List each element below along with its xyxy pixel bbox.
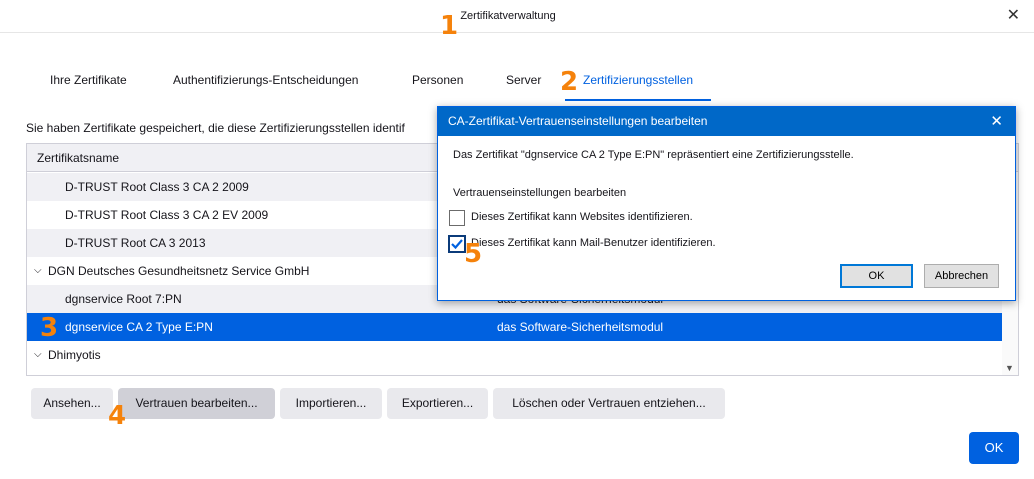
trust-settings-dialog: CA-Zertifikat-Vertrauenseinstellungen be… (437, 106, 1016, 301)
ok-button[interactable]: OK (969, 432, 1019, 464)
row-name: Dhimyotis (48, 348, 101, 362)
mail-checkbox-label[interactable]: Dieses Zertifikat kann Mail-Benutzer ide… (471, 237, 716, 249)
window-title: Zertifikatverwaltung (460, 10, 556, 22)
intro-text: Sie haben Zertifikate gespeichert, die d… (26, 121, 405, 135)
tab-authorities[interactable]: Zertifizierungsstellen (565, 66, 712, 101)
dialog-title: CA-Zertifikat-Vertrauenseinstellungen be… (438, 107, 1015, 136)
row-device: das Software-Sicherheitsmodul (497, 320, 664, 334)
dialog-ok-button[interactable]: OK (840, 264, 913, 288)
tree-row-group[interactable]: ⌵ Dhimyotis (27, 341, 1002, 369)
scroll-down-icon[interactable]: ▼ (1005, 363, 1014, 373)
tab-authentication-decisions[interactable]: Authentifizierungs-Entscheidungen (155, 66, 376, 99)
websites-checkbox-label[interactable]: Dieses Zertifikat kann Websites identifi… (471, 211, 693, 223)
delete-or-distrust-button[interactable]: Löschen oder Vertrauen entziehen... (493, 388, 725, 419)
row-name: DGN Deutsches Gesundheitsnetz Service Gm… (48, 264, 310, 278)
row-name: dgnservice Root 7:PN (65, 292, 182, 306)
step-marker: 4 (108, 401, 127, 431)
dialog-cancel-button[interactable]: Abbrechen (924, 264, 999, 288)
step-marker: 5 (464, 239, 483, 269)
step-marker: 3 (40, 313, 59, 343)
chevron-down-icon[interactable]: ⌵ (34, 341, 42, 369)
close-icon[interactable]: ✕ (990, 107, 1003, 136)
trust-section-label: Vertrauenseinstellungen bearbeiten (453, 187, 627, 199)
tree-row-selected[interactable]: dgnservice CA 2 Type E:PN das Software-S… (27, 313, 1002, 341)
view-button[interactable]: Ansehen... (31, 388, 113, 419)
tab-people[interactable]: Personen (394, 66, 481, 99)
row-name: D-TRUST Root CA 3 2013 (65, 236, 206, 250)
dialog-message: Das Zertifikat "dgnservice CA 2 Type E:P… (453, 149, 854, 161)
import-button[interactable]: Importieren... (280, 388, 382, 419)
row-name: dgnservice CA 2 Type E:PN (65, 320, 213, 334)
tab-servers[interactable]: Server (488, 66, 559, 99)
step-marker: 2 (560, 67, 579, 97)
edit-trust-button[interactable]: Vertrauen bearbeiten... (118, 388, 275, 419)
close-icon[interactable]: ✕ (1007, 6, 1020, 26)
title-bar: Zertifikatverwaltung ✕ (0, 0, 1034, 33)
row-name: D-TRUST Root Class 3 CA 2 EV 2009 (65, 208, 269, 222)
step-marker: 1 (440, 11, 459, 41)
checkmark-icon (451, 239, 463, 250)
websites-checkbox[interactable] (449, 210, 465, 226)
tab-your-certificates[interactable]: Ihre Zertifikate (32, 66, 145, 99)
tab-bar: Ihre Zertifikate Authentifizierungs-Ents… (30, 66, 980, 101)
export-button[interactable]: Exportieren... (387, 388, 488, 419)
chevron-down-icon[interactable]: ⌵ (34, 257, 42, 285)
row-name: D-TRUST Root Class 3 CA 2 2009 (65, 180, 249, 194)
